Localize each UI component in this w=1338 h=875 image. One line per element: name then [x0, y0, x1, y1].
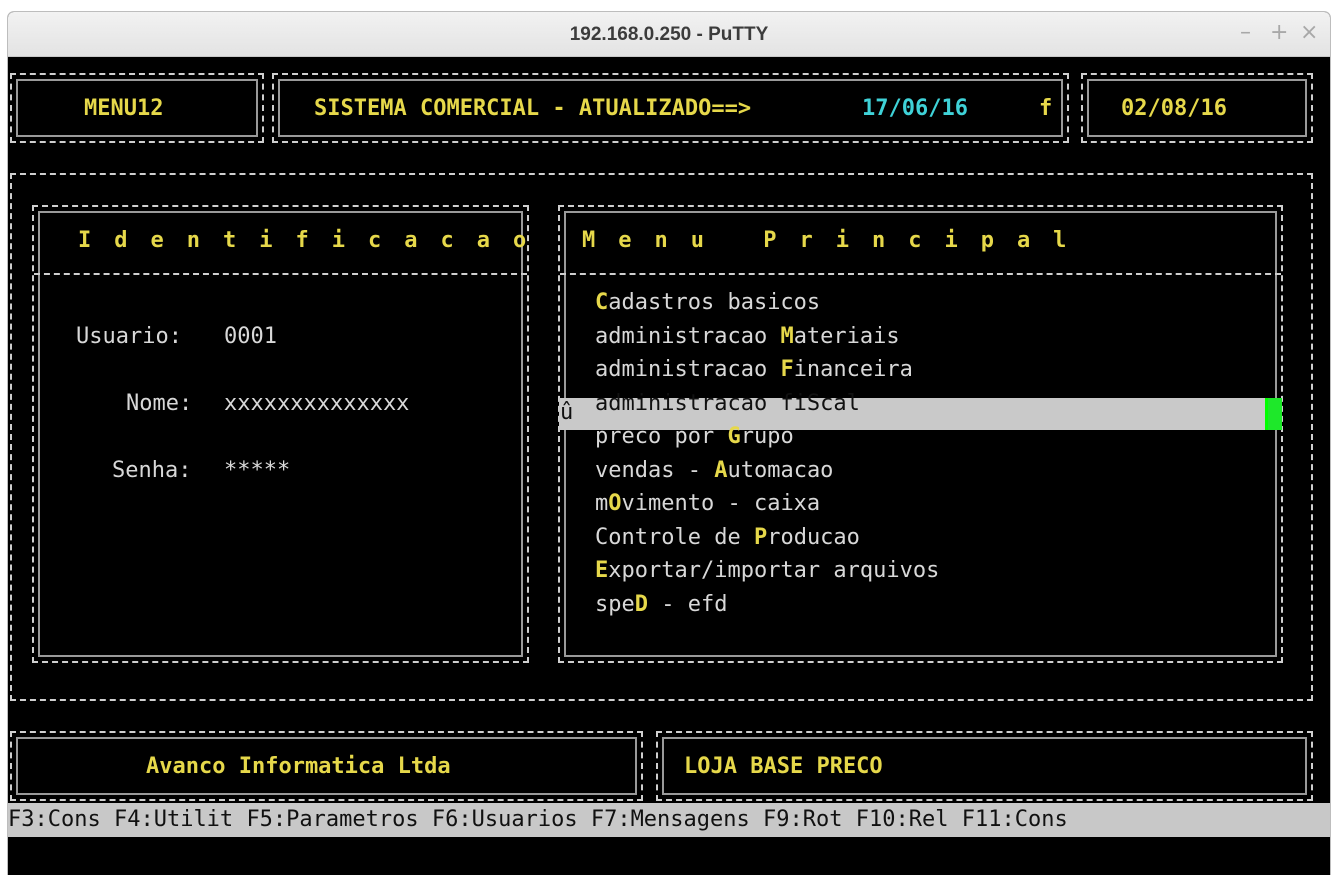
menu-item-text: vendas - — [595, 457, 715, 483]
menu-item-text: administracao fiScal — [595, 390, 860, 416]
function-key[interactable]: F4:Utilit — [114, 807, 233, 832]
menu-item-hotkey: C — [595, 290, 609, 315]
menu-item[interactable]: Controle de Producao — [595, 522, 860, 554]
menu-item[interactable]: administracao Financeira — [595, 354, 913, 386]
system-title-box: SISTEMA COMERCIAL - ATUALIZADO==> 17/06/… — [272, 73, 1069, 143]
menu-item-hotkey: P — [753, 524, 768, 550]
nome-label: Nome: — [126, 391, 193, 416]
usuario-label: Usuario: — [76, 324, 182, 349]
menu-item[interactable]: mOvimento - caixa — [595, 488, 820, 520]
menu-item[interactable]: vendas - Automacao — [595, 455, 833, 487]
current-date: 02/08/16 — [1121, 96, 1227, 121]
menu-item-text: adastros basicos — [608, 290, 821, 315]
function-key[interactable]: F10:Rel — [856, 807, 949, 832]
system-label: SISTEMA COMERCIAL - ATUALIZADO==> — [314, 96, 752, 121]
menu-item-text: ateriais — [793, 323, 900, 349]
menu-item-text: m — [595, 491, 609, 516]
function-key[interactable]: F6:Usuarios — [432, 807, 578, 832]
company-name: Avanco Informatica Ltda — [146, 754, 451, 779]
window-title: 192.168.0.250 - PuTTY — [569, 24, 769, 45]
function-key-bar: F3:Cons F4:Utilit F5:Parametros F6:Usuar… — [8, 803, 1330, 837]
menu-principal-title: Menu Principal — [582, 228, 1090, 253]
senha-label: Senha: — [112, 458, 192, 483]
menu-item-hotkey: M — [780, 323, 794, 349]
menu-item[interactable]: Cadastros basicos — [595, 287, 820, 319]
minimize-button[interactable]: – — [1240, 20, 1251, 45]
menu-code: MENU12 — [84, 96, 164, 121]
menu-item[interactable]: administracao Materiais — [595, 321, 900, 353]
menu-item-hotkey: D — [634, 591, 648, 617]
menu-item-text: spe — [595, 591, 635, 617]
identification-panel: Identificacao Usuario: 0001 Nome: xxxxxx… — [32, 205, 529, 663]
menu-item-text: Controle de — [595, 524, 754, 550]
identification-title: Identificacao — [78, 228, 550, 253]
menu-item-text: xportar/importar arquivos — [608, 558, 940, 583]
menu-item-text: administracao — [595, 357, 781, 382]
identification-header: Identificacao — [34, 207, 527, 275]
menu-item-text: - efd — [648, 591, 728, 617]
updated-date: 17/06/16 — [862, 96, 968, 121]
update-flag: f — [1039, 96, 1053, 121]
menu-item-text: utomacao — [727, 457, 834, 483]
function-key[interactable]: F5:Parametros — [246, 807, 418, 832]
menu-item[interactable]: Exportar/importar arquivos — [595, 555, 939, 587]
menu-item-text: vimento - caixa — [621, 491, 821, 516]
menu-item[interactable]: speD - efd — [595, 589, 727, 621]
menu-item-hotkey: A — [714, 457, 728, 483]
function-key[interactable]: F9:Rot — [763, 807, 842, 832]
putty-window: 192.168.0.250 - PuTTY – + × MENU12 SISTE… — [8, 12, 1330, 875]
menu-item-list: Cadastros basicos administracao Materiais… — [559, 287, 1279, 627]
menu-principal-header: Menu Principal — [560, 207, 1281, 275]
terminal-screen[interactable]: MENU12 SISTEMA COMERCIAL - ATUALIZADO==>… — [8, 57, 1330, 875]
maximize-button[interactable]: + — [1270, 20, 1288, 45]
menu-item-hotkey: E — [595, 558, 609, 583]
store-name: LOJA BASE PRECO — [684, 754, 883, 779]
current-date-box: 02/08/16 — [1081, 73, 1313, 143]
menu-item-text: administracao — [595, 323, 781, 349]
function-key[interactable]: F11:Cons — [962, 807, 1068, 832]
store-box: LOJA BASE PRECO — [656, 731, 1313, 801]
menu-item-hotkey: O — [608, 491, 622, 516]
senha-value: ***** — [224, 458, 291, 483]
menu-item-text: roducao — [767, 524, 860, 550]
menu-item[interactable]: administracao fiScal — [595, 388, 860, 420]
function-key[interactable]: F7:Mensagens — [591, 807, 750, 832]
menu-item-text: rupo — [740, 424, 794, 449]
menu-code-box: MENU12 — [10, 73, 264, 143]
menu-item-hotkey: G — [727, 424, 741, 449]
title-bar[interactable]: 192.168.0.250 - PuTTY – + × — [8, 12, 1330, 57]
function-key[interactable]: F3:Cons — [8, 807, 101, 832]
nome-value: xxxxxxxxxxxxxx — [224, 391, 410, 416]
company-box: Avanco Informatica Ltda — [10, 731, 643, 801]
menu-item-text: inanceira — [793, 357, 913, 382]
menu-item[interactable]: preco por Grupo — [595, 421, 794, 453]
menu-item-hotkey: F — [780, 357, 794, 382]
usuario-value: 0001 — [224, 324, 277, 349]
menu-item-text: preco por — [595, 424, 728, 449]
close-button[interactable]: × — [1300, 20, 1318, 45]
